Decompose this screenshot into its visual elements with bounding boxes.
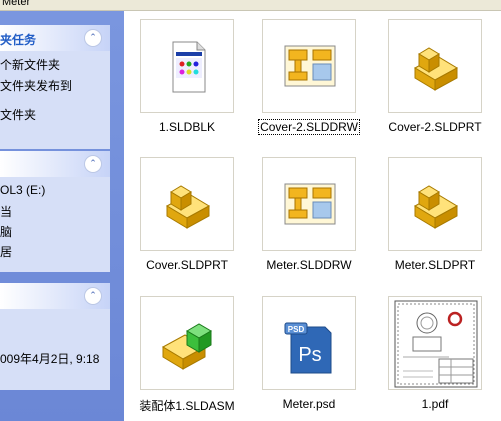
modified-date: 009年4月2日, 9:18 xyxy=(0,352,100,366)
psd-icon: PSD Ps xyxy=(262,296,356,390)
file-name: Cover-2.SLDDRW xyxy=(258,119,360,135)
file-tasks-header[interactable]: 夹任务 ⌃ xyxy=(0,25,110,51)
details-panel: ⌃ 009年4月2日, 9:18 xyxy=(0,283,110,390)
details-body: 009年4月2日, 9:18 xyxy=(0,309,110,390)
window-title-bar: Meter xyxy=(0,0,501,11)
file-name: Cover-2.SLDPRT xyxy=(388,120,482,134)
place-documents[interactable]: 当 xyxy=(0,203,12,220)
task-new-folder[interactable]: 个新文件夹 xyxy=(0,56,60,73)
file-item[interactable]: PSD Ps Meter.psd xyxy=(245,296,365,421)
file-item[interactable]: 1.pdf xyxy=(371,296,491,421)
file-item[interactable]: Meter.SLDPRT xyxy=(371,157,491,282)
sldprt-icon xyxy=(388,157,482,251)
file-item[interactable]: Cover.SLDPRT xyxy=(123,157,243,282)
file-name: 1.SLDBLK xyxy=(158,120,216,134)
file-item[interactable]: Cover-2.SLDDRW xyxy=(245,19,365,144)
file-tasks-body: 个新文件夹 文件夹发布到 文件夹 xyxy=(0,51,110,149)
file-tasks-title: 夹任务 xyxy=(0,33,37,47)
file-name: 1.pdf xyxy=(421,397,449,411)
file-name: Meter.SLDDRW xyxy=(266,258,352,272)
slddrw-icon xyxy=(262,19,356,113)
details-header[interactable]: ⌃ xyxy=(0,283,110,309)
task-publish-folder[interactable]: 文件夹发布到 xyxy=(0,77,72,94)
file-item[interactable]: Meter.SLDDRW xyxy=(245,157,365,282)
sldprt-icon xyxy=(388,19,482,113)
file-item[interactable]: Cover-2.SLDPRT xyxy=(371,19,491,144)
ps-logo-text: Ps xyxy=(298,344,321,366)
other-places-panel: ⌃ OL3 (E:) 当 脑 居 xyxy=(0,151,110,272)
place-drive[interactable]: OL3 (E:) xyxy=(0,183,45,197)
file-item[interactable]: 1.SLDBLK xyxy=(123,19,243,144)
place-network[interactable]: 居 xyxy=(0,243,12,260)
file-name: Meter.SLDPRT xyxy=(394,258,476,272)
place-my-computer[interactable]: 脑 xyxy=(0,223,12,240)
sldasm-icon xyxy=(140,296,234,390)
collapse-chevron-icon[interactable]: ⌃ xyxy=(84,287,102,305)
file-list-view: 1.SLDBLK Cover-2.SLDDRW Cover-2.SLDPRT C… xyxy=(124,11,501,421)
file-name: 装配体1.SLDASM xyxy=(139,399,235,413)
file-tasks-panel: 夹任务 ⌃ 个新文件夹 文件夹发布到 文件夹 xyxy=(0,25,110,149)
pdf-thumbnail xyxy=(388,296,482,390)
sldblk-icon xyxy=(140,19,234,113)
collapse-chevron-icon[interactable]: ⌃ xyxy=(84,155,102,173)
sldprt-icon xyxy=(140,157,234,251)
file-name: Cover.SLDPRT xyxy=(146,258,228,272)
file-item[interactable]: 装配体1.SLDASM xyxy=(123,296,243,421)
other-places-header[interactable]: ⌃ xyxy=(0,151,110,177)
window-title: Meter xyxy=(2,0,31,8)
other-places-body: OL3 (E:) 当 脑 居 xyxy=(0,177,110,272)
collapse-chevron-icon[interactable]: ⌃ xyxy=(84,29,102,47)
task-share-folder[interactable]: 文件夹 xyxy=(0,106,36,123)
task-pane: 夹任务 ⌃ 个新文件夹 文件夹发布到 文件夹 ⌃ OL3 (E:) 当 脑 居 … xyxy=(0,11,124,421)
file-name: Meter.psd xyxy=(282,397,336,411)
slddrw-icon xyxy=(262,157,356,251)
psd-badge-text: PSD xyxy=(288,325,305,334)
